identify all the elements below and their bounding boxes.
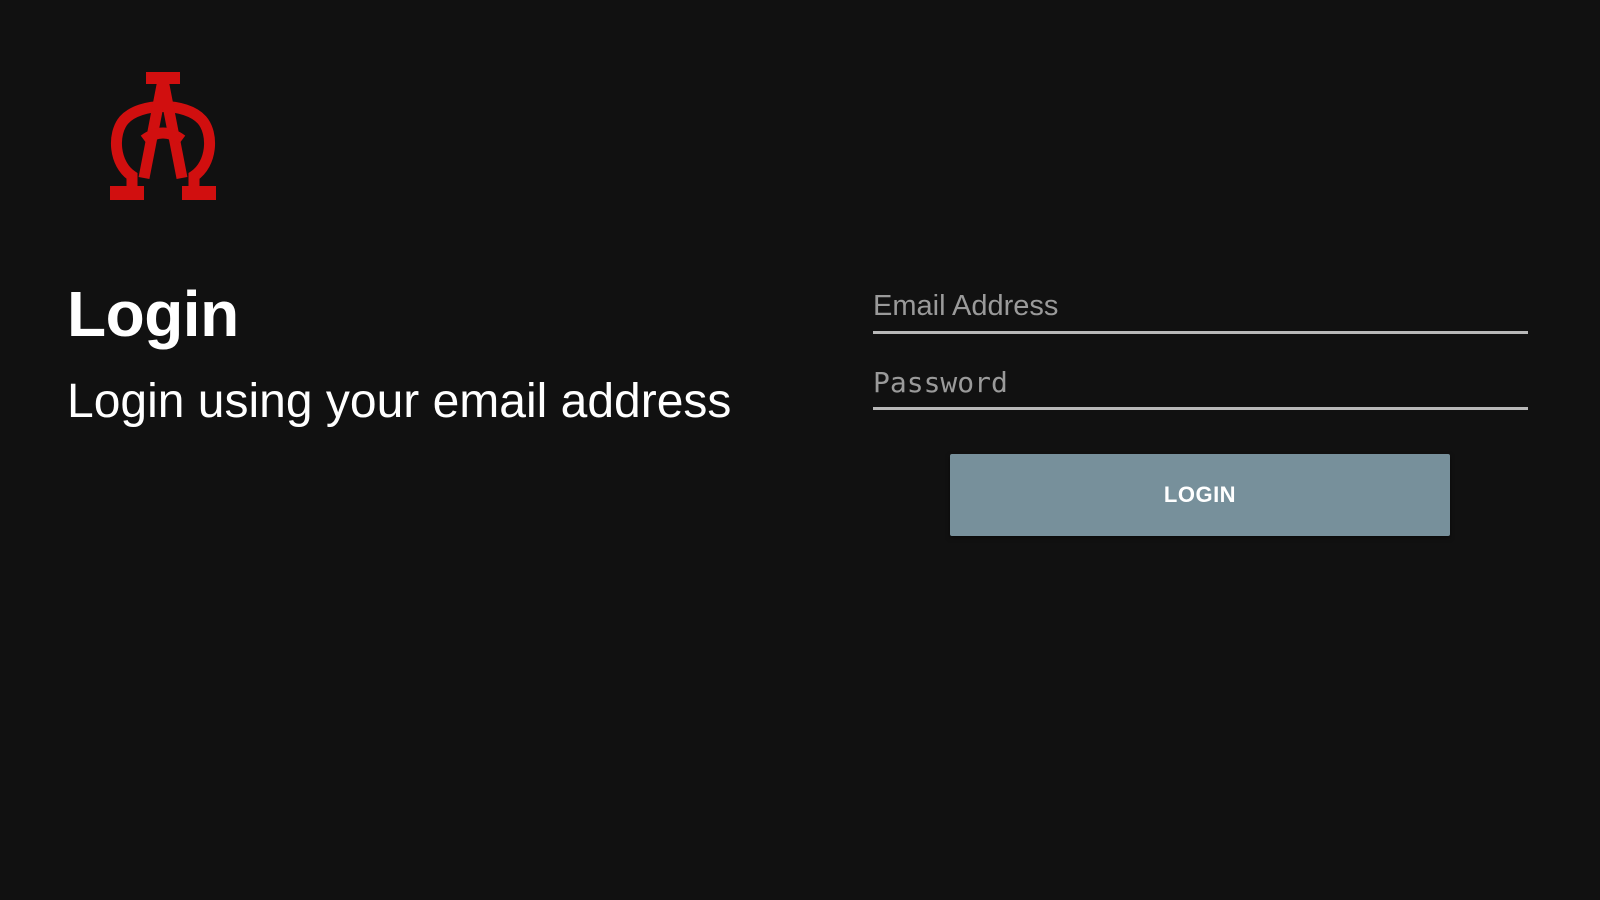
app-logo — [110, 68, 216, 200]
page-title: Login — [67, 278, 239, 350]
login-button[interactable]: LOGIN — [950, 454, 1450, 536]
alpha-omega-logo-icon — [110, 72, 216, 200]
password-field[interactable] — [873, 364, 1528, 410]
page-subtitle: Login using your email address — [67, 375, 732, 428]
email-field[interactable] — [873, 288, 1528, 334]
